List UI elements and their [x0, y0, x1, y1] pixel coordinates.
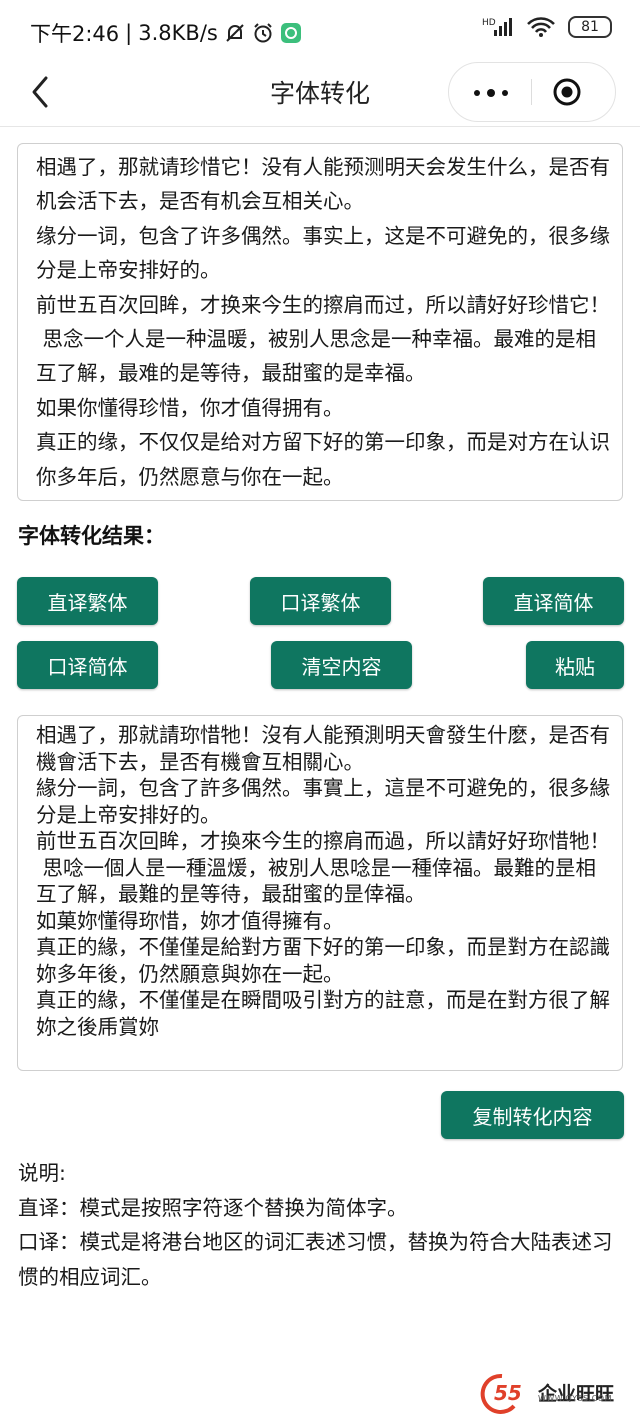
- result-text-line: 緣分一詞，包含了許多偶然。事實上，這昰不可避免的，很多緣分是上帝安排好的。: [36, 776, 610, 827]
- result-label: 字体转化结果：: [18, 524, 165, 548]
- result-text-area[interactable]: 相遇了，那就請珎惜牠！沒有人能預測明天會發生什麽，是否有機會活下去，昰否有機會互…: [17, 715, 623, 1071]
- result-text-line: 前世五百次回眸，才換來今生的擦肩而過，所以請好好珎惜牠！: [36, 829, 610, 853]
- network-speed: 3.8KB/s: [138, 21, 218, 45]
- explanation-oral: 口译：模式是将港台地区的词汇表述习惯，替换为符合大陆表述习惯的相应词汇。: [18, 1230, 613, 1289]
- explanation: 说明: 直译：模式是按照字符逐个替换为简体字。 口译：模式是将港台地区的词汇表述…: [18, 1156, 628, 1294]
- result-text-line: 真正的緣，不僅僅是給對方畱下好的第一印象，而昰對方在認識妳多年後，仍然願意與妳在…: [36, 935, 610, 986]
- more-dots-icon[interactable]: [471, 89, 511, 97]
- result-text-line: 思唸一個人昰一種溫煖，被別人思唸昰一種倖福。最難的昰相互了解，最難的昰等待，最甜…: [36, 855, 597, 907]
- source-text-line: 真正的缘，不仅仅是给对方留下好的第一印象，而是对方在认识你多年后，仍然愿意与你在…: [36, 430, 610, 489]
- svg-text:HD: HD: [482, 18, 496, 28]
- literal-traditional-button[interactable]: 直译繁体: [17, 577, 158, 625]
- cell-signal-icon: HD: [482, 18, 512, 36]
- source-text-line: 缘分一词，包含了许多偶然。事实上，这是不可避免的，很多缘分是上帝安排好的。: [36, 223, 610, 283]
- source-text-line: 如果你懂得珍惜，你才值得拥有。: [36, 395, 344, 420]
- mute-bell-icon: [226, 24, 244, 42]
- source-text-line: 前世五百次回眸，才换来今生的擦肩而过，所以請好好珍惜它！: [36, 292, 610, 317]
- source-text-line: 思念一个人是一种温暖，被别人思念是一种幸福。最难的是相互了解，最难的是等待，最甜…: [36, 327, 597, 386]
- watermark-url: WWW.QYSS.COM: [537, 1394, 612, 1403]
- explanation-literal: 直译：模式是按照字符逐个替换为简体字。: [18, 1195, 408, 1220]
- nav-bar: 字体转化: [0, 60, 640, 127]
- wifi-icon: [527, 17, 555, 37]
- explanation-title: 说明:: [18, 1161, 66, 1185]
- copy-result-button[interactable]: 复制转化内容: [441, 1091, 624, 1139]
- status-bar: 下午2:46 | 3.8KB/s HD 81: [0, 0, 640, 60]
- literal-simplified-button[interactable]: 直译简体: [483, 577, 624, 625]
- oral-traditional-button[interactable]: 口译繁体: [250, 577, 391, 625]
- oral-simplified-button[interactable]: 口译简体: [17, 641, 158, 689]
- qy55-logo: 55: [480, 1373, 522, 1414]
- source-text-line: 相遇了，那就请珍惜它！没有人能预测明天会发生什么，是否有机会活下去，是否有机会互…: [36, 155, 610, 214]
- watermark: 55 企业旺旺 WWW.QYSS.COM: [472, 1370, 614, 1414]
- result-text-line: 如菓妳懂得珎惜，妳才值得擁有。: [36, 908, 344, 933]
- app-notification-icon: [280, 23, 301, 43]
- clear-content-button[interactable]: 清空内容: [271, 641, 412, 689]
- result-text-line: 相遇了，那就請珎惜牠！沒有人能預測明天會發生什麽，是否有機會活下去，昰否有機會互…: [36, 723, 610, 774]
- result-text-line: 真正的緣，不僅僅是在瞬間吸引對方的註意，而是在對方很了解妳之後乕賞妳: [36, 988, 610, 1039]
- alarm-icon: [254, 23, 272, 43]
- paste-button[interactable]: 粘贴: [526, 641, 624, 689]
- status-time: 下午2:46: [30, 22, 120, 46]
- svg-text:55: 55: [494, 1381, 522, 1405]
- close-target-icon[interactable]: [552, 77, 582, 107]
- capsule-divider: [531, 79, 532, 105]
- battery-indicator: 81: [568, 16, 612, 38]
- source-text-area[interactable]: 相遇了，那就请珍惜它！没有人能预测明天会发生什么，是否有机会活下去，是否有机会互…: [17, 143, 623, 501]
- mini-program-capsule: [448, 62, 616, 122]
